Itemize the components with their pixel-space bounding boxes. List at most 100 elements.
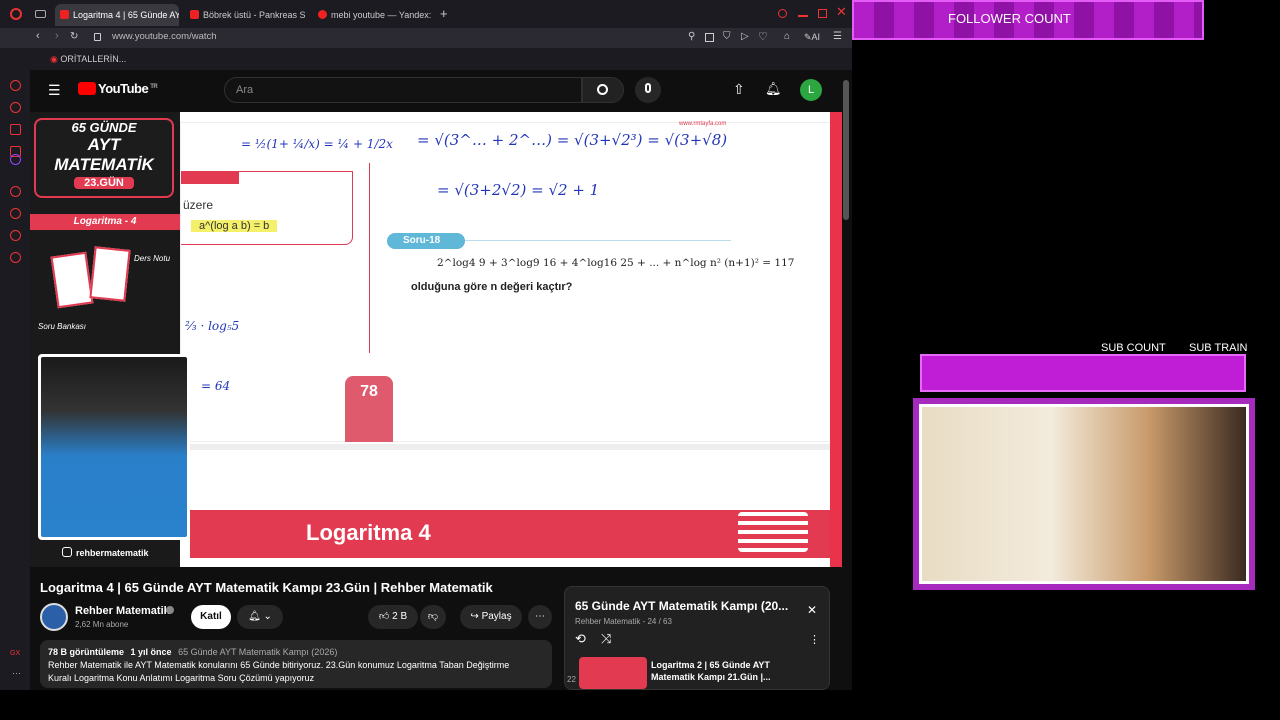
tab-youtube[interactable]: Logaritma 4 | 65 Günde AYT — [55, 4, 179, 26]
wallet-icon[interactable]: ⌂ — [784, 31, 790, 42]
handwriting-sqrt: = √(3^… + 2^…) = √(3+√2³) = √(3+√8) — [417, 131, 728, 149]
sub-train-label: SUB TRAIN — [1189, 342, 1248, 354]
divider-line — [369, 163, 370, 353]
subscribe-bell-button[interactable]: 🔔︎ ⌄ — [237, 605, 283, 629]
channel-name[interactable]: Rehber Matematik — [75, 605, 170, 617]
soru-line — [465, 240, 731, 241]
tab-bar: Logaritma 4 | 65 Günde AYT Böbrek üstü -… — [0, 0, 852, 28]
close-playlist-icon[interactable]: ✕ — [807, 603, 817, 617]
sidebar-more-icon[interactable]: ⋯ — [12, 668, 21, 679]
verified-icon — [166, 606, 174, 614]
thumbs-down-icon: 👎︎ — [427, 611, 439, 622]
opera-icon[interactable] — [10, 8, 22, 20]
bookmark-icon[interactable]: ⚲ — [688, 31, 695, 42]
share-icon: ↪ — [470, 611, 482, 622]
ders-notu-label: Ders Notu — [134, 254, 171, 263]
streamer-webcam-right — [913, 398, 1255, 590]
join-button[interactable]: Katıl — [191, 605, 231, 629]
play-icon[interactable]: ▷ — [741, 31, 749, 42]
page-number-tab: 78 — [345, 376, 393, 442]
tab-yandex[interactable]: mebi youtube — Yandex: 3 — [313, 4, 433, 26]
sidebar-pinboard-icon[interactable] — [10, 230, 21, 241]
avatar[interactable]: L — [800, 79, 822, 101]
book-thumbnails — [50, 246, 134, 318]
handwriting-left: ⅔ · log₅5 — [185, 319, 240, 333]
search-input[interactable]: Ara — [224, 77, 582, 103]
playlist-panel: 65 Günde AYT Matematik Kampı (20... ✕ Re… — [564, 586, 830, 690]
sub-count-label: SUB COUNT — [1101, 342, 1166, 354]
snapshot-icon[interactable] — [705, 33, 714, 42]
new-tab-icon[interactable]: + — [440, 6, 448, 21]
title-banner: Logaritma 4 — [190, 510, 830, 558]
bookmark-item[interactable]: ◉ ORİTALLERİN... — [50, 54, 126, 65]
lock-icon — [94, 33, 101, 41]
handwriting-top: = ½(1+ ¼/x) = ¼ + 1/2x — [241, 137, 393, 151]
video-title: Logaritma 4 | 65 Günde AYT Matematik Kam… — [40, 580, 493, 595]
playlist-item-thumbnail[interactable] — [579, 657, 647, 689]
playlist-subtitle: Rehber Matematik - 24 / 63 — [575, 617, 672, 626]
logo-stripes — [738, 512, 808, 552]
reload-icon[interactable]: ↻ — [70, 31, 78, 42]
watermark: www.rmtayfa.com — [679, 121, 727, 127]
channel-avatar[interactable] — [40, 603, 68, 631]
shuffle-icon[interactable]: ⤨ — [601, 631, 611, 647]
search-button[interactable] — [582, 77, 624, 103]
upload-icon[interactable]: ⇧ — [733, 81, 745, 98]
soru-label: Soru-18 — [387, 233, 465, 249]
minimize-icon[interactable] — [798, 15, 808, 17]
youtube-favicon-icon — [190, 10, 199, 19]
tab-overview-icon[interactable] — [35, 10, 46, 18]
more-actions-button[interactable]: ⋯ — [528, 605, 552, 629]
sidebar-twitch-icon[interactable] — [10, 154, 21, 165]
streamer-webcam-left — [38, 354, 190, 540]
note-formula: a^(log a b) = b — [191, 220, 278, 232]
search-icon — [597, 84, 608, 95]
voice-search-button[interactable] — [635, 77, 661, 103]
playlist-item-title[interactable]: Logaritma 2 | 65 Günde AYT Matematik Kam… — [651, 659, 781, 683]
whiteboard: üzere a^(log a b) = b = ½(1+ ¼/x) = ¼ + … — [180, 121, 832, 442]
instagram-icon — [62, 547, 72, 557]
ai-button[interactable]: ✎AI — [804, 32, 820, 43]
bell-icon: 🔔︎ ⌄ — [248, 611, 272, 622]
loop-icon[interactable]: ⟲ — [575, 631, 586, 647]
url-field[interactable]: www.youtube.com/watch — [112, 31, 217, 42]
handwriting-64: = 64 — [201, 379, 231, 393]
share-button[interactable]: ↪ Paylaş — [460, 605, 522, 629]
address-bar: ‹ › ↻ www.youtube.com/watch ⚲ ⛉ ▷ ♡ ⌂ ✎A… — [0, 28, 852, 48]
sidebar-gx-icon[interactable]: GX — [10, 650, 20, 657]
notifications-icon[interactable]: 🔔︎ — [765, 81, 782, 97]
shield-icon[interactable]: ⛉ — [723, 31, 731, 42]
like-button[interactable]: 👍︎ 2 B — [368, 605, 418, 629]
sidebar-player-icon[interactable] — [10, 186, 21, 197]
dislike-button[interactable]: 👎︎ — [420, 605, 446, 629]
thumbs-up-icon: 👍︎ — [378, 611, 393, 622]
menu-icon[interactable]: ☰ — [833, 31, 842, 42]
sidebar-history-icon[interactable] — [10, 208, 21, 219]
hamburger-icon[interactable]: ☰ — [48, 82, 61, 99]
sidebar-aria-icon[interactable] — [10, 80, 21, 91]
heart-icon[interactable]: ♡ — [758, 30, 768, 43]
youtube-favicon-icon — [60, 10, 69, 19]
close-window-icon[interactable]: ✕ — [836, 4, 847, 20]
tab-bobrek[interactable]: Böbrek üstü - Pankreas Sa — [185, 4, 305, 26]
page-scrollbar[interactable] — [843, 80, 849, 220]
sidebar-settings-icon[interactable] — [10, 252, 21, 263]
sidebar-messenger-icon[interactable] — [10, 124, 21, 135]
course-badge: 65 GÜNDE AYT MATEMATİK 23.GÜN — [34, 118, 174, 198]
browser-sidebar: GX ⋯ — [0, 70, 30, 690]
forward-icon[interactable]: › — [55, 30, 59, 42]
description-box[interactable]: 78 B görüntüleme 1 yıl önce 65 Günde AYT… — [40, 640, 552, 688]
back-icon[interactable]: ‹ — [36, 30, 40, 42]
sidebar-whatsapp-icon[interactable] — [10, 102, 21, 113]
playlist-menu-icon[interactable]: ⋮ — [809, 633, 820, 646]
youtube-logo[interactable]: YouTube TR — [78, 81, 158, 96]
soru-bankasi-label: Soru Bankası — [38, 322, 87, 331]
yandex-favicon-icon — [318, 10, 327, 19]
question-equation: 2^log4 9 + 3^log9 16 + 4^log16 25 + ... … — [437, 257, 795, 269]
search-tabs-icon[interactable] — [778, 9, 787, 18]
maximize-icon[interactable] — [818, 9, 827, 18]
playlist-title[interactable]: 65 Günde AYT Matematik Kampı (20... — [575, 599, 788, 613]
microphone-icon — [645, 83, 651, 93]
bookmarks-bar: ◉ ORİTALLERİN... — [0, 48, 852, 70]
youtube-play-icon — [78, 82, 96, 95]
